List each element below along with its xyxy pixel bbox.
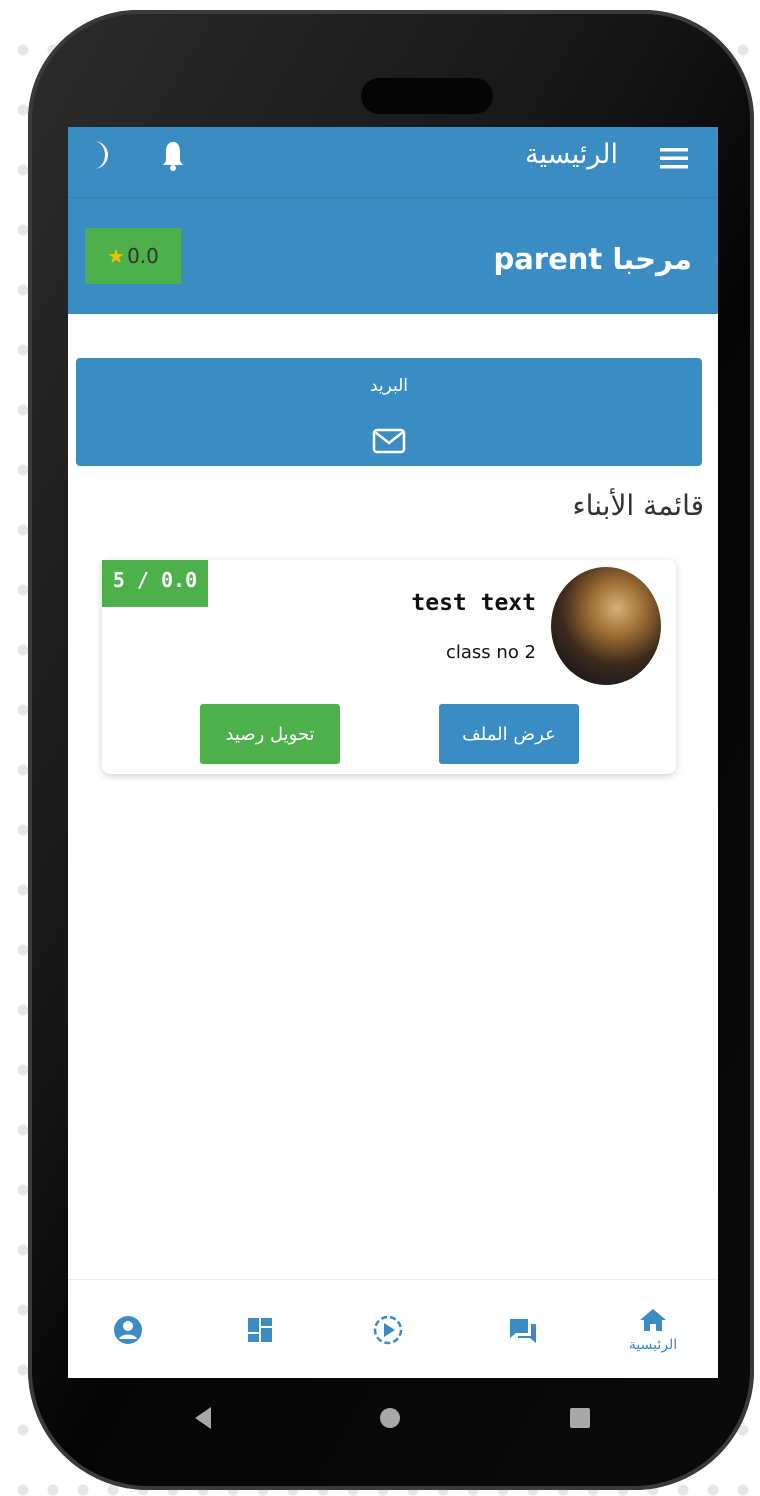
home-icon bbox=[640, 1308, 666, 1331]
dashboard-icon bbox=[248, 1317, 272, 1342]
bottom-navigation: الرئيسية bbox=[68, 1279, 718, 1378]
nav-item-profile[interactable] bbox=[98, 1280, 158, 1378]
phone-speaker bbox=[361, 78, 493, 114]
nav-item-home[interactable]: الرئيسية bbox=[613, 1280, 693, 1378]
welcome-text: مرحبا parent bbox=[493, 242, 692, 276]
system-back-icon[interactable] bbox=[195, 1407, 211, 1429]
system-navigation-bar bbox=[68, 1378, 718, 1458]
welcome-banner: مرحبا parent ★ 0.0 bbox=[68, 197, 718, 314]
child-card: 5 / 0.0 test text class no 2 عرض الملف ت… bbox=[102, 560, 676, 774]
star-icon: ★ bbox=[107, 244, 126, 268]
nav-item-media[interactable] bbox=[358, 1280, 418, 1378]
moon-icon[interactable] bbox=[88, 135, 118, 175]
play-circle-icon bbox=[373, 1315, 403, 1344]
system-home-icon[interactable] bbox=[380, 1408, 400, 1428]
envelope-icon bbox=[372, 428, 406, 454]
top-app-bar: الرئيسية bbox=[68, 127, 718, 197]
mail-button[interactable]: البريد bbox=[76, 358, 702, 466]
transfer-balance-button[interactable]: تحويل رصيد bbox=[200, 704, 340, 764]
child-class: class no 2 bbox=[446, 642, 536, 663]
child-avatar bbox=[551, 567, 661, 685]
account-circle-icon bbox=[114, 1315, 142, 1344]
rating-badge: ★ 0.0 bbox=[85, 228, 181, 284]
nav-item-dashboard[interactable] bbox=[230, 1280, 290, 1378]
bell-icon[interactable] bbox=[160, 139, 186, 173]
system-recents-icon[interactable] bbox=[570, 1408, 590, 1428]
view-profile-button[interactable]: عرض الملف bbox=[439, 704, 579, 764]
children-section-title: قائمة الأبناء bbox=[572, 489, 705, 522]
child-name: test text bbox=[411, 590, 536, 616]
mail-button-label: البريد bbox=[369, 376, 409, 396]
page-title: الرئيسية bbox=[525, 139, 618, 170]
nav-item-chat[interactable] bbox=[493, 1280, 553, 1378]
app-screen: الرئيسية مرحبا parent ★ 0.0 البريد قائمة… bbox=[68, 127, 718, 1378]
child-score-badge: 5 / 0.0 bbox=[102, 560, 208, 607]
hamburger-menu-icon[interactable] bbox=[656, 140, 692, 176]
rating-value: 0.0 bbox=[127, 244, 159, 268]
nav-item-home-label: الرئيسية bbox=[628, 1336, 678, 1353]
chat-icon bbox=[510, 1318, 536, 1343]
